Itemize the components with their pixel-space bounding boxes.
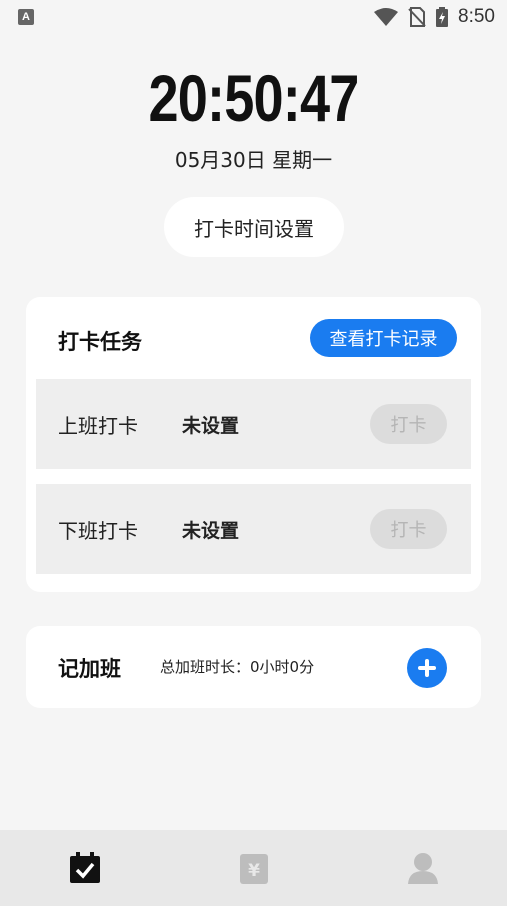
view-records-button[interactable]: 查看打卡记录 <box>310 319 457 357</box>
status-time: 8:50 <box>458 6 495 27</box>
clock-in-button[interactable]: 打卡 <box>370 404 447 444</box>
svg-text:¥: ¥ <box>248 861 260 881</box>
tab-salary[interactable]: ¥ <box>224 838 284 898</box>
task-row-clock-in: 上班打卡 未设置 打卡 <box>36 379 471 469</box>
current-date: 05月30日 星期一 <box>174 148 333 172</box>
bottom-tab-bar: ¥ <box>0 830 507 906</box>
yen-icon: ¥ <box>239 854 268 884</box>
calendar-check-icon <box>69 852 100 883</box>
plus-circle-icon[interactable] <box>407 648 447 688</box>
battery-charging-icon <box>436 7 449 27</box>
task-status: 未设置 <box>182 414 240 437</box>
punch-task-card: 打卡任务 查看打卡记录 上班打卡 未设置 打卡 下班打卡 未设置 打卡 <box>26 297 481 592</box>
task-status: 未设置 <box>182 519 240 542</box>
overtime-total: 总加班时长：0小时0分 <box>160 658 315 676</box>
tab-profile[interactable] <box>393 838 453 898</box>
status-bar: A 8:50 <box>0 0 507 34</box>
task-row-clock-out: 下班打卡 未设置 打卡 <box>36 484 471 574</box>
status-right: 8:50 <box>374 6 495 28</box>
person-icon <box>407 853 438 884</box>
tab-punch[interactable] <box>55 838 115 898</box>
task-name: 上班打卡 <box>58 413 138 438</box>
overtime-title: 记加班 <box>58 657 121 681</box>
no-sim-icon <box>408 7 426 27</box>
status-left: A <box>18 9 34 25</box>
notification-a-icon: A <box>18 9 34 25</box>
overtime-card: 记加班 总加班时长：0小时0分 <box>26 626 481 708</box>
current-time: 20:50:47 <box>148 61 359 135</box>
wifi-icon <box>374 8 399 26</box>
punch-task-title: 打卡任务 <box>58 330 142 354</box>
clock-out-button[interactable]: 打卡 <box>370 509 447 549</box>
time-setting-button[interactable]: 打卡时间设置 <box>164 197 344 257</box>
task-name: 下班打卡 <box>58 518 138 543</box>
